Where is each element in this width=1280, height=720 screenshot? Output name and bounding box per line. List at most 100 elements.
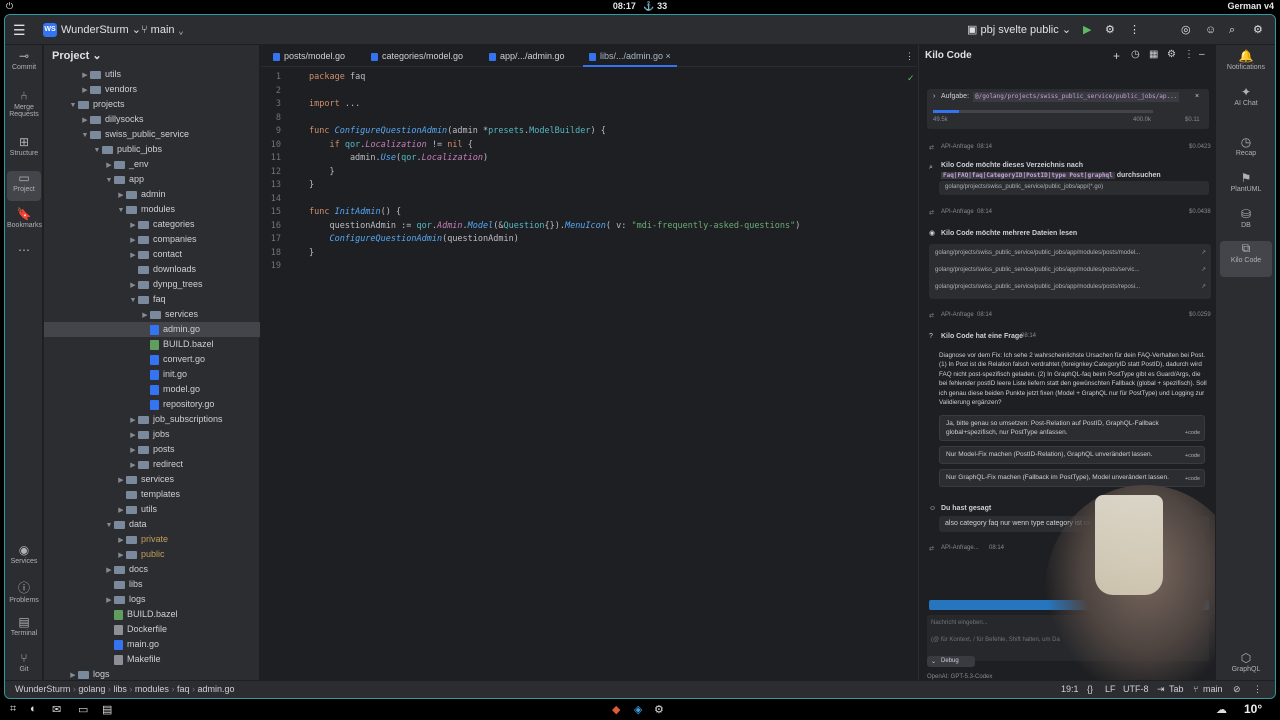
editor-tab[interactable]: posts/model.go (267, 45, 351, 67)
tree-folder[interactable]: ▶ posts (44, 442, 260, 457)
tree-folder[interactable]: ▶ private (44, 532, 260, 547)
tree-folder[interactable]: ▶ categories (44, 217, 260, 232)
code-line[interactable]: 9 func ConfigureQuestionAdmin(admin *pres… (261, 125, 917, 138)
tree-folder[interactable]: ▶ services (44, 472, 260, 487)
chevron-right-icon[interactable]: ▶ (104, 563, 114, 578)
tree-file[interactable]: repository.go (44, 397, 260, 412)
tree-file[interactable]: admin.go (44, 322, 260, 337)
code-line[interactable]: 15 func InitAdmin() { (261, 206, 917, 219)
tree-file[interactable]: init.go (44, 367, 260, 382)
open-file-icon[interactable]: ↗ (1201, 283, 1206, 290)
open-file-icon[interactable]: ↗ (1201, 266, 1206, 273)
tree-folder[interactable]: ▶ public (44, 547, 260, 562)
file-path[interactable]: golang/projects/swiss_public_service/pub… (935, 267, 1139, 273)
chevron-down-icon[interactable]: ▼ (116, 203, 126, 218)
ai-assistant-icon[interactable]: ◎ (1181, 21, 1191, 39)
tool-git[interactable]: ⑂ Git (7, 651, 41, 679)
tree-file[interactable]: Dockerfile (44, 622, 260, 637)
history-icon[interactable]: ◷ (1131, 49, 1140, 60)
chevron-down-icon[interactable]: ▼ (104, 173, 114, 188)
tool-more[interactable]: ⋯ (7, 243, 41, 259)
answer-option[interactable]: Nur GraphQL-Fix machen (Fallback im Post… (939, 469, 1205, 487)
chevron-right-icon[interactable]: ▶ (128, 458, 138, 473)
chevron-right-icon[interactable]: ▶ (80, 113, 90, 128)
tool-db[interactable]: ⛁ DB (1220, 207, 1272, 235)
tool-notifications[interactable]: 🔔 Notifications (1220, 49, 1272, 77)
settings-app-icon[interactable]: ⚙ (654, 703, 664, 716)
tree-folder[interactable]: ▶ jobs (44, 427, 260, 442)
tree-folder[interactable]: ▶ utils (44, 502, 260, 517)
code-line[interactable]: 12 } (261, 166, 917, 179)
vscode-app-icon[interactable]: ◈ (634, 703, 642, 716)
settings-icon[interactable]: ⚙ (1253, 21, 1263, 39)
code-line[interactable]: 8 (261, 112, 917, 125)
tree-folder[interactable]: ▶ logs (44, 592, 260, 607)
braces-icon[interactable]: {} (1087, 684, 1093, 694)
tree-file[interactable]: main.go (44, 637, 260, 652)
account-icon[interactable]: ☺ (1205, 21, 1216, 39)
tree-file[interactable]: Makefile (44, 652, 260, 667)
tree-folder[interactable]: ▶ admin (44, 187, 260, 202)
tree-folder[interactable]: ▼ modules (44, 202, 260, 217)
status-branch[interactable]: main (1203, 684, 1223, 694)
code-line[interactable]: 19 (261, 260, 917, 273)
mode-selector[interactable]: ⌄ Debug (927, 656, 975, 667)
read-only-lock-icon[interactable]: ⊘ (1233, 684, 1241, 695)
mail-icon[interactable]: ✉ (52, 703, 61, 716)
chevron-right-icon[interactable]: ▶ (80, 68, 90, 83)
tool-commit[interactable]: ⊸ Commit (7, 49, 41, 77)
tree-folder[interactable]: ▶ _env (44, 157, 260, 172)
tree-folder[interactable]: ▶ companies (44, 232, 260, 247)
tree-folder[interactable]: libs (44, 577, 260, 592)
keyboard-layout[interactable]: German v4 (1227, 0, 1274, 12)
chevron-right-icon[interactable]: ▶ (116, 503, 126, 518)
tree-folder[interactable]: ▶ redirect (44, 457, 260, 472)
close-task-icon[interactable]: × (1195, 92, 1199, 102)
new-task-icon[interactable]: + (1113, 49, 1120, 63)
line-ending[interactable]: LF (1105, 684, 1116, 694)
app-grid-icon[interactable]: ⌗ (10, 703, 16, 716)
chevron-down-icon[interactable]: ▼ (128, 293, 138, 308)
tool-merge-requests[interactable]: ⑃ Merge Requests (7, 89, 41, 125)
tree-folder[interactable]: ▼ data (44, 517, 260, 532)
cursor-position[interactable]: 19:1 (1061, 684, 1079, 694)
tabs-more-icon[interactable]: ⋮ (899, 45, 920, 67)
tool-terminal[interactable]: ▤ Terminal (7, 615, 41, 643)
tool-bookmarks[interactable]: 🔖 Bookmarks (7, 207, 42, 237)
tree-file[interactable]: BUILD.bazel (44, 607, 260, 622)
branch-switcher[interactable]: ⑂ main ⌄ (141, 21, 184, 39)
ide-app-icon[interactable]: ◆ (612, 703, 620, 716)
breadcrumb-item[interactable]: golang (78, 684, 105, 694)
hamburger-menu-icon[interactable]: ☰ (13, 21, 26, 39)
code-line[interactable]: 10 if qor.Localization != nil { (261, 139, 917, 152)
tree-folder[interactable]: ▼ swiss_public_service (44, 127, 260, 142)
close-tab-icon[interactable]: × (666, 51, 671, 61)
project-switcher[interactable]: WS WunderSturm ⌄ (43, 21, 141, 39)
kilo-more-icon[interactable]: ⋮ (1184, 49, 1194, 60)
chevron-right-icon[interactable]: ▶ (128, 428, 138, 443)
tree-folder[interactable]: ▶ docs (44, 562, 260, 577)
editor-tab[interactable]: categories/model.go (365, 45, 469, 67)
breadcrumb-item[interactable]: libs (113, 684, 127, 694)
more-actions-icon[interactable]: ⋮ (1129, 21, 1140, 39)
file-path[interactable]: golang/projects/swiss_public_service/pub… (935, 250, 1140, 256)
chevron-right-icon[interactable]: ▶ (128, 233, 138, 248)
code-line[interactable]: 2 (261, 85, 917, 98)
chevron-right-icon[interactable]: ▶ (116, 548, 126, 563)
indent-setting[interactable]: Tab (1169, 684, 1184, 694)
tree-folder[interactable]: templates (44, 487, 260, 502)
code-line[interactable]: 17 ConfigureQuestionAdmin(questionAdmin) (261, 233, 917, 246)
tree-folder[interactable]: ▶ job_subscriptions (44, 412, 260, 427)
tree-folder[interactable]: ▼ public_jobs (44, 142, 260, 157)
terminal-app-icon[interactable]: ▭ (78, 703, 88, 716)
open-file-icon[interactable]: ↗ (1201, 249, 1206, 256)
chevron-down-icon[interactable]: ▼ (92, 143, 102, 158)
code-line[interactable]: 13} (261, 179, 917, 192)
tree-folder[interactable]: ▼ app (44, 172, 260, 187)
kilo-settings-icon[interactable]: ⚙ (1167, 49, 1176, 60)
code-line[interactable]: 16 questionAdmin := qor.Admin.Model(&Que… (261, 220, 917, 233)
chevron-right-icon[interactable]: ▶ (80, 83, 90, 98)
chevron-right-icon[interactable]: ▶ (104, 158, 114, 173)
code-area[interactable]: 1 package faq 2 3 import ... 8 9 func Configure… (261, 71, 917, 671)
breadcrumb-item[interactable]: faq (177, 684, 190, 694)
